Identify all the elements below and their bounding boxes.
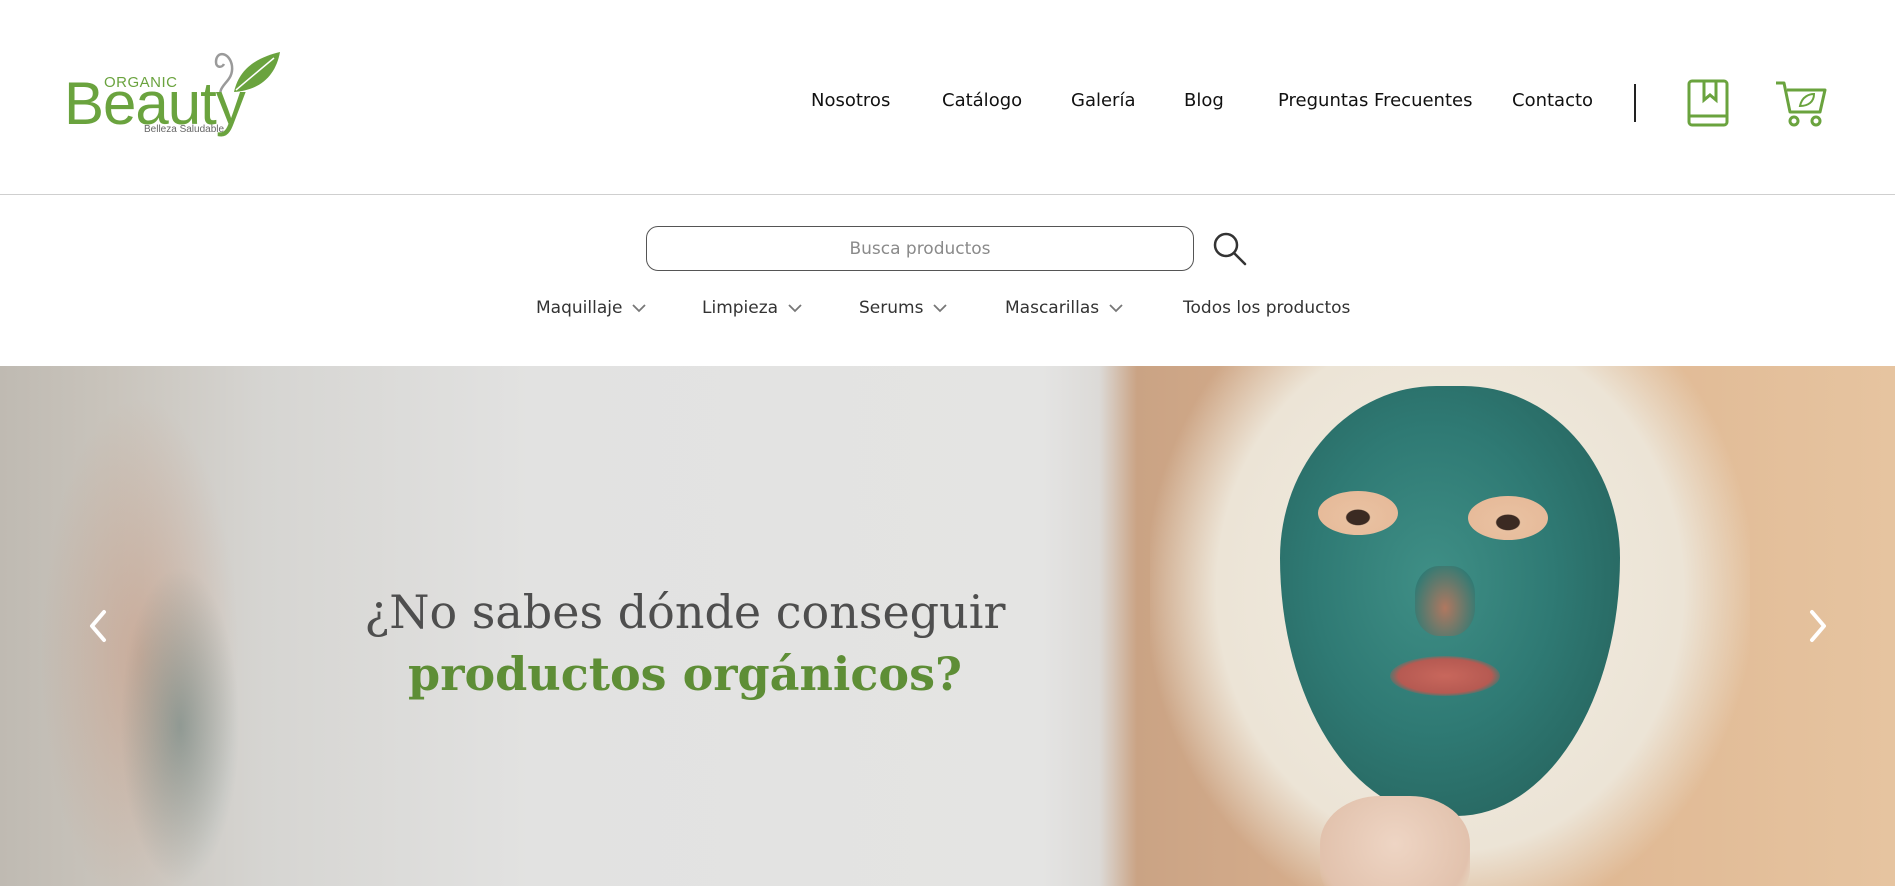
category-maquillaje[interactable]: Maquillaje: [536, 298, 647, 318]
cart-icon: [1776, 81, 1827, 127]
brand-logo[interactable]: ORGANIC Beauty Belleza Saludable: [64, 44, 284, 144]
chevron-down-icon: [933, 304, 948, 313]
nav-item-galeria[interactable]: Galería: [1071, 90, 1136, 111]
site-header: ORGANIC Beauty Belleza Saludable Nosotro…: [0, 0, 1895, 195]
category-label: Maquillaje: [536, 298, 623, 318]
search-button[interactable]: [1212, 231, 1248, 271]
category-label: Mascarillas: [1005, 298, 1100, 318]
chevron-down-icon: [788, 304, 802, 313]
carousel-next-button[interactable]: [1806, 606, 1830, 650]
hero-headline-line2: productos orgánicos?: [408, 647, 962, 701]
hero-lips: [1390, 656, 1500, 696]
category-label: Todos los productos: [1183, 298, 1351, 318]
hero-carousel: ¿No sabes dónde conseguir productos orgá…: [0, 366, 1895, 886]
chevron-down-icon: [1109, 304, 1123, 313]
search-and-categories-bar: Maquillaje Limpieza Serums Mascarillas T…: [0, 195, 1895, 366]
hero-eye-right: [1468, 496, 1548, 540]
hero-hand: [1320, 796, 1470, 886]
logo-tagline: Belleza Saludable: [144, 124, 225, 135]
search-icon: [1213, 232, 1247, 266]
hero-background-blur-reflection: [120, 566, 240, 886]
chevron-left-icon: [90, 610, 106, 642]
catalog-book-button[interactable]: [1686, 78, 1730, 132]
hero-headline: ¿No sabes dónde conseguir productos orgá…: [340, 581, 1030, 705]
chevron-down-icon: [632, 304, 647, 313]
nav-item-blog[interactable]: Blog: [1184, 90, 1224, 111]
nav-item-catalogo[interactable]: Catálogo: [942, 90, 1022, 111]
nav-item-contacto[interactable]: Contacto: [1512, 90, 1593, 111]
hero-headline-line1: ¿No sabes dónde conseguir: [364, 585, 1006, 639]
category-mascarillas[interactable]: Mascarillas: [1005, 298, 1123, 318]
search-input[interactable]: [646, 226, 1194, 271]
category-label: Limpieza: [702, 298, 779, 318]
book-icon: [1687, 79, 1729, 127]
hero-eye-left: [1318, 491, 1398, 535]
nav-item-nosotros[interactable]: Nosotros: [811, 90, 890, 111]
category-serums[interactable]: Serums: [859, 298, 948, 318]
chevron-right-icon: [1810, 610, 1826, 642]
category-todos-los-productos[interactable]: Todos los productos: [1183, 298, 1350, 318]
hero-nose: [1415, 566, 1475, 636]
category-label: Serums: [859, 298, 924, 318]
cart-button[interactable]: [1774, 78, 1828, 132]
nav-item-preguntas-frecuentes[interactable]: Preguntas Frecuentes: [1278, 90, 1472, 111]
carousel-prev-button[interactable]: [86, 606, 110, 650]
nav-divider: [1634, 84, 1636, 122]
category-limpieza[interactable]: Limpieza: [702, 298, 802, 318]
